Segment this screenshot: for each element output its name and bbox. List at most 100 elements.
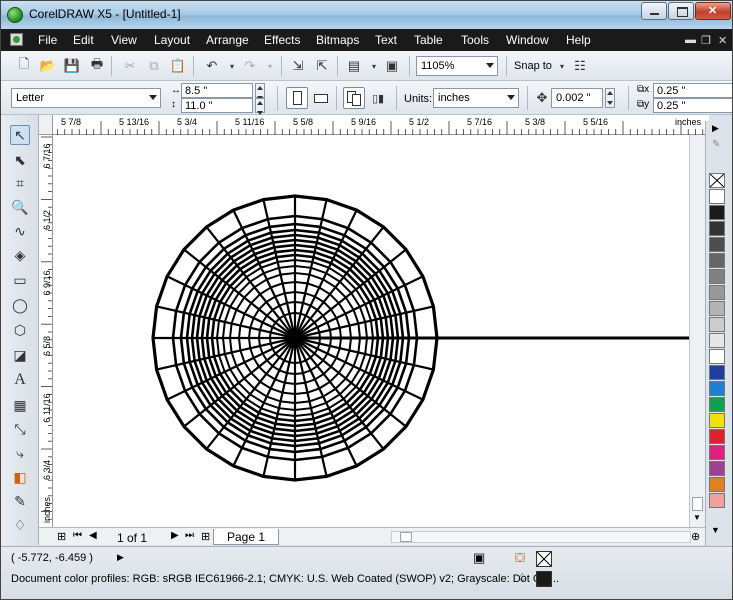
welcome-screen-icon[interactable]: ▣ xyxy=(383,57,401,75)
menu-bitmaps[interactable]: Bitmaps xyxy=(316,33,359,47)
menu-edit[interactable]: Edit xyxy=(73,33,94,47)
new-document-icon[interactable]: 🗋 xyxy=(15,56,33,75)
color-swatch[interactable] xyxy=(709,221,725,236)
last-page-icon[interactable]: ⏭ xyxy=(185,530,194,541)
print-icon[interactable]: 🖶 xyxy=(88,56,106,75)
color-swatch[interactable] xyxy=(709,189,725,204)
blend-tool-icon[interactable]: ◧ xyxy=(10,467,30,487)
zoom-level-dropdown[interactable]: 1105% xyxy=(416,56,498,76)
document-icon[interactable] xyxy=(10,33,23,46)
color-swatch[interactable] xyxy=(709,253,725,268)
menu-file[interactable]: File xyxy=(38,33,57,47)
add-page-before-icon[interactable]: ⊞ xyxy=(57,530,66,543)
mdi-minimize-icon[interactable]: ▬ xyxy=(685,34,696,46)
vertical-ruler[interactable]: 6 7/16 6 1/2 6 9/16 6 5/8 6 11/16 6 3/4 … xyxy=(39,135,53,527)
color-swatch[interactable] xyxy=(709,493,725,508)
ruler-origin-corner[interactable] xyxy=(39,115,53,135)
landscape-button[interactable] xyxy=(312,89,330,107)
application-launcher-icon[interactable]: ▤ xyxy=(345,57,363,75)
color-swatch[interactable] xyxy=(709,413,725,428)
open-icon[interactable]: 📂 xyxy=(39,57,57,75)
fill-color-swatch[interactable] xyxy=(536,551,552,567)
undo-icon[interactable]: ↶ xyxy=(203,57,221,75)
status-expand-icon[interactable]: ▶ xyxy=(117,552,124,563)
color-swatch[interactable] xyxy=(709,301,725,316)
menu-effects[interactable]: Effects xyxy=(264,33,300,47)
rectangle-tool-icon[interactable]: ▭ xyxy=(10,270,30,290)
table-tool-icon[interactable]: ▦ xyxy=(10,395,30,415)
copy-icon[interactable]: ⧉ xyxy=(145,57,163,75)
previous-page-icon[interactable]: ◀ xyxy=(89,530,97,541)
undo-dropdown-icon[interactable]: ▾ xyxy=(223,57,241,75)
import-icon[interactable]: ⇲ xyxy=(289,57,307,75)
color-swatch[interactable] xyxy=(709,269,725,284)
horizontal-scrollbar[interactable] xyxy=(391,531,691,543)
palette-scroll-up-icon[interactable]: ▶ xyxy=(712,123,719,134)
drawing-canvas[interactable] xyxy=(53,135,689,527)
page-size-dropdown[interactable]: Letter xyxy=(11,88,161,108)
vertical-scroll-thumb[interactable] xyxy=(692,497,703,511)
color-swatch[interactable] xyxy=(709,381,725,396)
save-icon[interactable]: 💾 xyxy=(63,57,81,75)
pick-tool-icon[interactable]: ↖ xyxy=(10,125,30,145)
freehand-tool-icon[interactable]: ∿ xyxy=(10,221,30,241)
page-tab[interactable]: Page 1 xyxy=(213,529,279,545)
color-swatch[interactable] xyxy=(709,237,725,252)
outline-color-swatch[interactable] xyxy=(536,571,552,587)
units-dropdown[interactable]: inches xyxy=(433,88,519,108)
menu-tools[interactable]: Tools xyxy=(461,33,489,47)
page-width-field[interactable]: 8.5 " xyxy=(181,83,253,98)
page-height-field[interactable]: 11.0 " xyxy=(181,98,253,113)
coreldraw-app-icon[interactable] xyxy=(7,7,23,23)
navigator-zoom-icon[interactable]: ⊕ xyxy=(691,530,700,543)
vertical-scrollbar[interactable]: ▼ xyxy=(689,135,705,527)
mdi-restore-icon[interactable]: ❐ xyxy=(701,34,711,47)
menu-help[interactable]: Help xyxy=(566,33,591,47)
menu-table[interactable]: Table xyxy=(414,33,443,47)
redo-dropdown-icon[interactable]: ▾ xyxy=(261,57,279,75)
crop-tool-icon[interactable]: ⌗ xyxy=(10,173,30,193)
scroll-down-icon[interactable]: ▼ xyxy=(693,513,701,522)
menu-view[interactable]: View xyxy=(111,33,137,47)
color-swatch[interactable] xyxy=(709,205,725,220)
text-tool-icon[interactable]: A xyxy=(10,370,30,390)
maximize-button[interactable] xyxy=(668,2,694,20)
redo-icon[interactable]: ↷ xyxy=(241,57,259,75)
menu-arrange[interactable]: Arrange xyxy=(206,33,249,47)
color-swatch[interactable] xyxy=(709,477,725,492)
palette-flyout-icon[interactable]: ✎ xyxy=(712,139,720,150)
minimize-button[interactable] xyxy=(641,2,667,20)
paste-icon[interactable]: 📋 xyxy=(169,57,187,75)
menu-text[interactable]: Text xyxy=(375,33,397,47)
polygon-tool-icon[interactable]: ⬡ xyxy=(10,320,30,340)
close-button[interactable] xyxy=(695,2,731,20)
page-width-spinner[interactable] xyxy=(255,83,265,100)
duplicate-x-field[interactable]: 0.25 " xyxy=(653,83,732,98)
mdi-close-icon[interactable]: ✕ xyxy=(718,34,727,47)
palette-scroll-down-icon[interactable]: ▼ xyxy=(711,525,720,535)
page-height-spinner[interactable] xyxy=(255,98,265,115)
color-swatch[interactable] xyxy=(709,285,725,300)
color-swatch[interactable] xyxy=(709,397,725,412)
color-swatch[interactable] xyxy=(709,365,725,380)
snap-to-dropdown-icon[interactable]: ▾ xyxy=(553,57,571,75)
document-color-profiles[interactable]: Document color profiles: RGB: sRGB IEC61… xyxy=(11,573,559,585)
export-icon[interactable]: ⇱ xyxy=(313,57,331,75)
no-color-swatch[interactable] xyxy=(709,173,725,188)
all-pages-button[interactable] xyxy=(343,87,365,109)
horizontal-scroll-thumb[interactable] xyxy=(400,532,412,542)
color-swatch[interactable] xyxy=(709,445,725,460)
shape-tool-icon[interactable]: ⬉ xyxy=(10,150,30,170)
smart-fill-tool-icon[interactable]: ◈ xyxy=(10,245,30,265)
color-swatch[interactable] xyxy=(709,349,725,364)
color-swatch[interactable] xyxy=(709,317,725,332)
duplicate-y-field[interactable]: 0.25 " xyxy=(653,98,732,113)
menu-layout[interactable]: Layout xyxy=(154,33,190,47)
color-swatch[interactable] xyxy=(709,333,725,348)
dimension-tool-icon[interactable]: ⤡ xyxy=(10,419,30,439)
add-page-after-icon[interactable]: ⊞ xyxy=(201,530,210,543)
color-swatch[interactable] xyxy=(709,461,725,476)
basic-shapes-tool-icon[interactable]: ◪ xyxy=(10,345,30,365)
menu-window[interactable]: Window xyxy=(506,33,549,47)
first-page-icon[interactable]: ⏮ xyxy=(73,530,82,541)
